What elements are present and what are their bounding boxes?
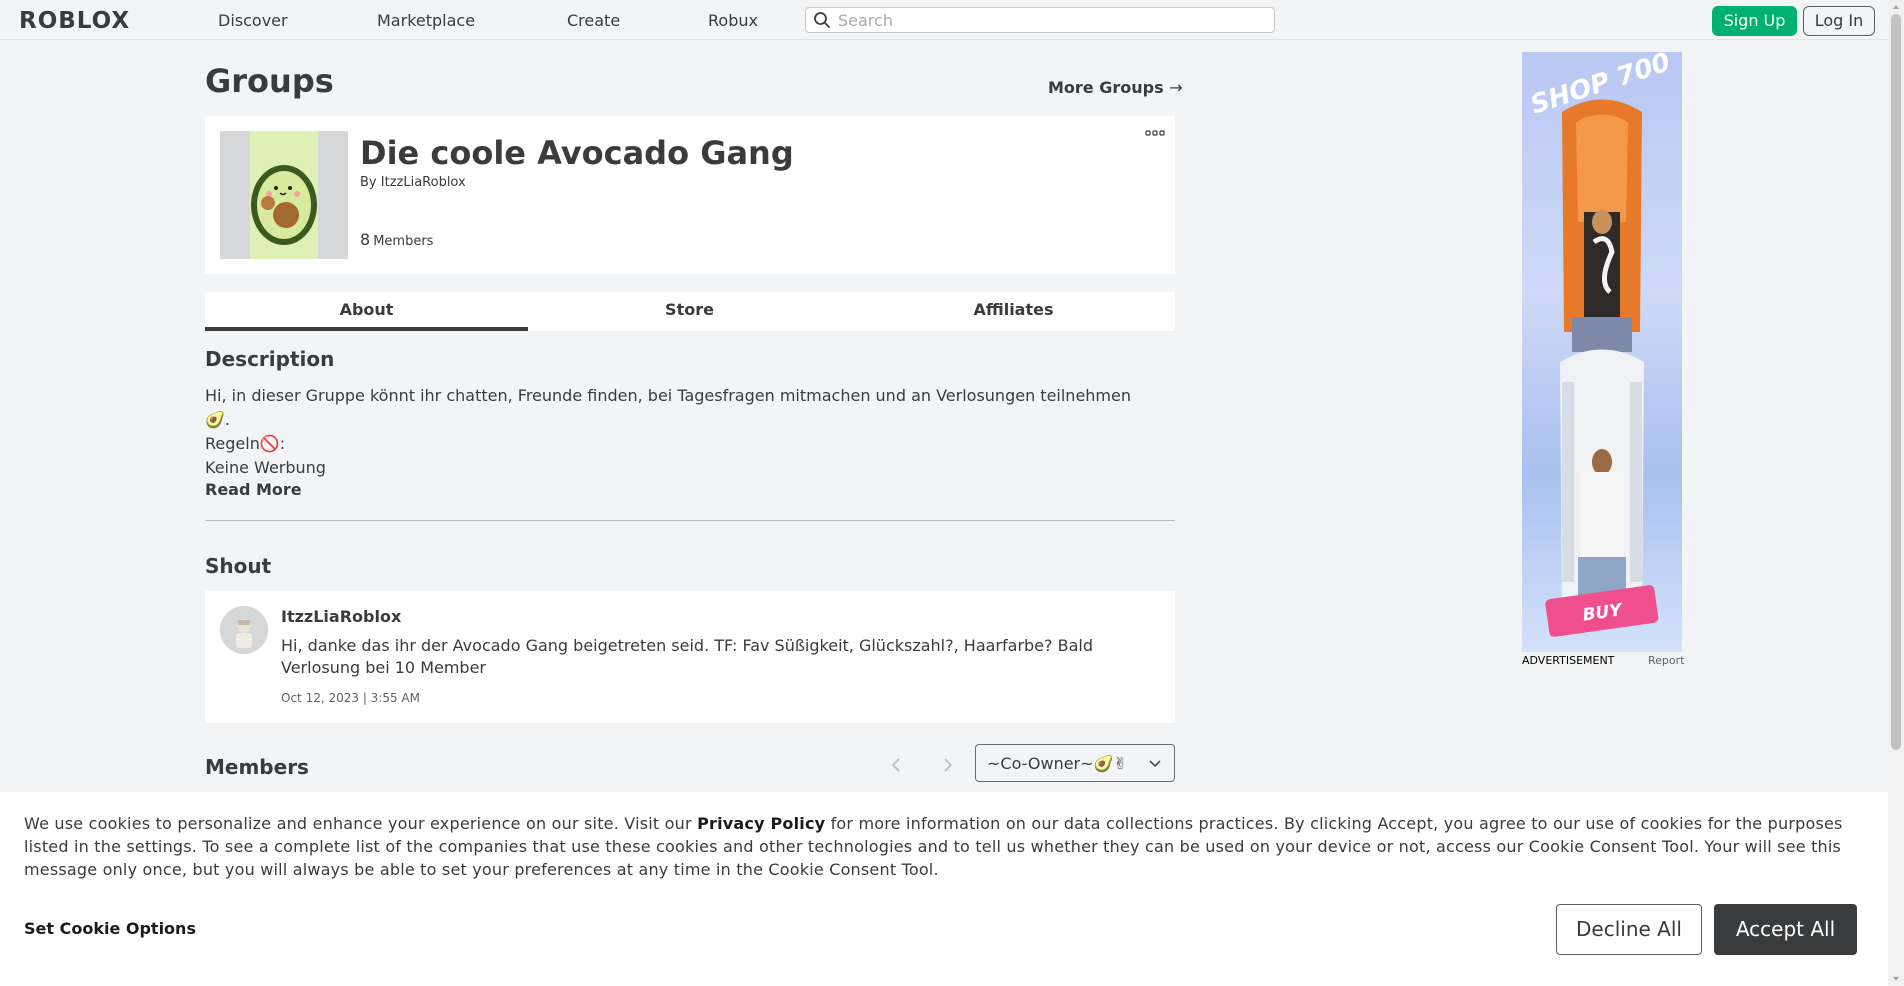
search-input[interactable] bbox=[838, 10, 1258, 30]
roblox-logo[interactable]: ROBLOX bbox=[19, 8, 130, 34]
description-line: Regeln🚫: bbox=[205, 434, 286, 453]
role-dropdown[interactable]: ~Co-Owner~🥑✌ bbox=[975, 744, 1175, 782]
scroll-up-arrow-icon[interactable] bbox=[1891, 2, 1901, 12]
top-navigation-bar: ROBLOX Discover Marketplace Create Robux… bbox=[0, 0, 1888, 40]
member-count-value: 8 bbox=[360, 230, 371, 249]
set-cookie-options-link[interactable]: Set Cookie Options bbox=[24, 919, 196, 938]
more-options-icon[interactable] bbox=[1145, 130, 1165, 138]
chevron-right-icon[interactable] bbox=[933, 752, 963, 778]
arrow-right-icon: → bbox=[1169, 78, 1183, 97]
group-tabs: About Store Affiliates bbox=[205, 292, 1175, 331]
cookie-text-part: We use cookies to personalize and enhanc… bbox=[24, 814, 698, 833]
shout-card: ItzzLiaRoblox Hi, danke das ihr der Avoc… bbox=[205, 591, 1175, 723]
read-more-button[interactable]: Read More bbox=[205, 480, 302, 499]
tab-affiliates[interactable]: Affiliates bbox=[852, 292, 1175, 331]
scroll-down-arrow-icon[interactable] bbox=[1891, 974, 1901, 984]
user-avatar-icon bbox=[220, 606, 268, 654]
description-heading: Description bbox=[205, 347, 335, 371]
description-line: Keine Werbung bbox=[205, 458, 326, 477]
search-icon bbox=[814, 12, 830, 28]
shout-author-link[interactable]: ItzzLiaRoblox bbox=[281, 607, 401, 626]
more-groups-label: More Groups bbox=[1048, 78, 1164, 97]
description-line: Hi, in dieser Gruppe könnt ihr chatten, … bbox=[205, 386, 1131, 429]
advertisement-banner[interactable]: SHOP 700 BUY bbox=[1522, 52, 1682, 652]
privacy-policy-link[interactable]: Privacy Policy bbox=[697, 814, 825, 833]
role-dropdown-value: ~Co-Owner~🥑✌ bbox=[987, 754, 1127, 773]
avatar[interactable] bbox=[220, 606, 268, 654]
sign-up-button[interactable]: Sign Up bbox=[1712, 6, 1797, 36]
nav-link-marketplace[interactable]: Marketplace bbox=[377, 11, 475, 30]
tab-about[interactable]: About bbox=[205, 292, 528, 331]
group-name: Die coole Avocado Gang bbox=[360, 134, 794, 172]
nav-link-discover[interactable]: Discover bbox=[218, 11, 288, 30]
group-owner-line: By ItzzLiaRoblox bbox=[360, 175, 466, 190]
group-emblem-image bbox=[220, 131, 348, 259]
tab-store[interactable]: Store bbox=[528, 292, 851, 331]
page-title: Groups bbox=[205, 62, 334, 100]
shout-heading: Shout bbox=[205, 554, 272, 578]
report-ad-link[interactable]: Report bbox=[1648, 654, 1684, 667]
members-heading: Members bbox=[205, 755, 309, 779]
group-owner-link[interactable]: ItzzLiaRoblox bbox=[381, 175, 466, 190]
shout-message: Hi, danke das ihr der Avocado Gang beige… bbox=[281, 636, 1093, 677]
decline-all-button[interactable]: Decline All bbox=[1556, 904, 1702, 955]
log-in-button[interactable]: Log In bbox=[1803, 6, 1875, 36]
shout-timestamp: Oct 12, 2023 | 3:55 AM bbox=[281, 691, 420, 705]
cookie-consent-banner: We use cookies to personalize and enhanc… bbox=[0, 792, 1888, 986]
chevron-left-icon[interactable] bbox=[881, 752, 911, 778]
nav-link-robux[interactable]: Robux bbox=[708, 11, 758, 30]
cookie-consent-text: We use cookies to personalize and enhanc… bbox=[24, 812, 1874, 881]
nav-link-create[interactable]: Create bbox=[567, 11, 620, 30]
section-divider bbox=[205, 520, 1175, 521]
chevron-down-icon bbox=[1149, 760, 1161, 768]
more-groups-link[interactable]: More Groups → bbox=[1048, 78, 1183, 97]
group-member-count: 8 Members bbox=[360, 230, 433, 249]
group-header-card: Die coole Avocado Gang By ItzzLiaRoblox … bbox=[205, 116, 1175, 274]
avocado-emblem-icon bbox=[220, 131, 348, 259]
scrollbar-thumb[interactable] bbox=[1891, 14, 1901, 750]
search-box bbox=[805, 7, 1275, 33]
by-label: By bbox=[360, 175, 377, 190]
advertisement-label: ADVERTISEMENT bbox=[1522, 654, 1615, 667]
accept-all-button[interactable]: Accept All bbox=[1714, 904, 1857, 955]
description-text: Hi, in dieser Gruppe könnt ihr chatten, … bbox=[205, 384, 1135, 480]
ad-creative-image: SHOP 700 BUY bbox=[1527, 52, 1674, 637]
member-count-label: Members bbox=[373, 234, 434, 249]
page-scrollbar[interactable] bbox=[1888, 0, 1904, 986]
